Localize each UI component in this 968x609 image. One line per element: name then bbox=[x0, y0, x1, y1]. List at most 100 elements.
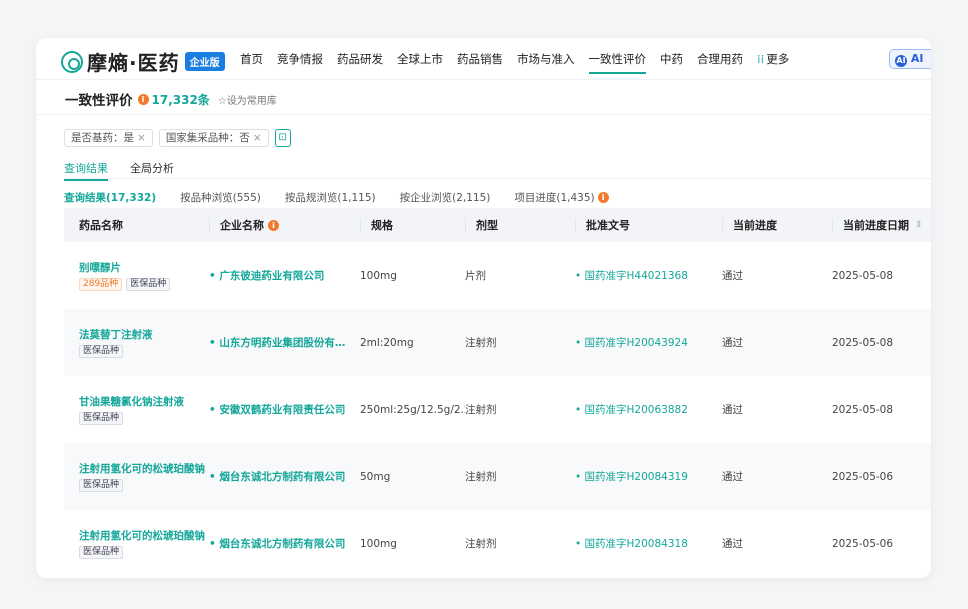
nav-item-rational-use[interactable]: 合理用药 bbox=[697, 38, 743, 80]
insurance-badge: 医保品种 bbox=[79, 412, 124, 425]
cell-spec: 100mg bbox=[360, 537, 397, 550]
clear-filters-icon[interactable]: ⊡ bbox=[274, 129, 291, 147]
cell-status: 通过 bbox=[722, 538, 743, 550]
filter-chip-essential-drug[interactable]: 是否基药：是 × bbox=[64, 129, 153, 147]
grid-icon: ⁞⁞ bbox=[757, 52, 765, 66]
company-name: 安徽双鹤药业有限责任公司 bbox=[219, 404, 346, 416]
cell-dosage-form: 注射剂 bbox=[465, 471, 497, 483]
approval-number: 国药准字H20043924 bbox=[584, 337, 688, 349]
page-title: 一致性评价 bbox=[65, 93, 133, 109]
company-link[interactable]: • 安徽双鹤药业有限责任公司 bbox=[209, 402, 355, 417]
drug-name-link[interactable]: 甘油果糖氯化钠注射液 bbox=[79, 394, 209, 409]
company-link[interactable]: • 广东彼迪药业有限公司 bbox=[209, 268, 355, 283]
subtab-by-company[interactable]: 按企业浏览(2,115) bbox=[400, 190, 491, 205]
cell-status: 通过 bbox=[722, 270, 743, 282]
filter-chip-label: 是否基药：是 bbox=[71, 132, 134, 144]
cell-date: 2025-05-06 bbox=[832, 470, 894, 483]
approval-number: 国药准字H20084318 bbox=[584, 538, 688, 550]
filter-chip-vbp[interactable]: 国家集采品种：否 × bbox=[158, 129, 269, 147]
divider bbox=[64, 178, 931, 179]
insurance-badge: 医保品种 bbox=[79, 345, 124, 358]
header-approval-number[interactable]: 批准文号 bbox=[575, 208, 722, 242]
approval-link[interactable]: • 国药准字H20063882 bbox=[575, 402, 722, 417]
company-link[interactable]: • 山东方明药业集团股份有… bbox=[209, 335, 355, 350]
cell-date: 2025-05-08 bbox=[832, 403, 894, 416]
divider bbox=[36, 114, 931, 115]
drug-name-link[interactable]: 别嘌醇片 bbox=[79, 260, 209, 275]
nav-item-market-access[interactable]: 市场与准入 bbox=[517, 38, 575, 80]
subtab-query-results[interactable]: 查询结果(17,332) bbox=[64, 190, 156, 205]
cell-dosage-form: 注射剂 bbox=[465, 538, 497, 550]
info-icon[interactable]: i bbox=[268, 219, 279, 231]
nav-item-drug-sales[interactable]: 药品销售 bbox=[457, 38, 503, 80]
info-icon[interactable]: i bbox=[137, 93, 149, 105]
nav-item-more[interactable]: ⁞⁞ 更多 bbox=[757, 38, 789, 80]
header-label: 剂型 bbox=[476, 219, 498, 232]
cell-drug: 注射用氢化可的松琥珀酸钠 医保品种 bbox=[64, 528, 209, 559]
company-name: 烟台东诚北方制药有限公司 bbox=[219, 471, 346, 483]
cell-spec: 100mg bbox=[360, 269, 397, 282]
company-link[interactable]: • 烟台东诚北方制药有限公司 bbox=[209, 536, 355, 551]
filter-chips: 是否基药：是 × 国家集采品种：否 × ⊡ bbox=[64, 129, 291, 147]
nav-item-home[interactable]: 首页 bbox=[240, 38, 263, 80]
nav-links: 首页 竞争情报 药品研发 全球上市 药品销售 市场与准入 一致性评价 中药 合理… bbox=[240, 38, 803, 80]
main-card: 摩熵·医药 企业版 首页 竞争情报 药品研发 全球上市 药品销售 市场与准入 一… bbox=[36, 38, 931, 578]
result-count: 17,332条 bbox=[151, 92, 210, 107]
subtab-by-spec[interactable]: 按品规浏览(1,115) bbox=[285, 190, 376, 205]
nav-item-consistency-eval[interactable]: 一致性评价 bbox=[588, 38, 646, 80]
table-header: 药品名称 企业名称 i 规格 剂型 批准文号 当前进度 当前进度日期 ⇕ bbox=[64, 208, 931, 242]
header-company[interactable]: 企业名称 i bbox=[209, 208, 355, 242]
approval-link[interactable]: • 国药准字H20084318 bbox=[575, 536, 722, 551]
drug-name-link[interactable]: 注射用氢化可的松琥珀酸钠 bbox=[79, 461, 209, 476]
ai-icon: AI bbox=[895, 55, 907, 67]
set-favorite-button[interactable]: ☆设为常用库 bbox=[218, 92, 277, 107]
approval-link[interactable]: • 国药准字H44021368 bbox=[575, 268, 722, 283]
header-label: 规格 bbox=[371, 219, 393, 232]
sort-icon[interactable]: ⇕ bbox=[915, 220, 923, 230]
header-dosage-form[interactable]: 剂型 bbox=[465, 208, 575, 242]
nav-item-drug-rnd[interactable]: 药品研发 bbox=[337, 38, 383, 80]
drug-name-link[interactable]: 法莫替丁注射液 bbox=[79, 327, 209, 342]
info-icon[interactable]: i bbox=[597, 192, 609, 203]
nav-item-competitive-intel[interactable]: 竞争情报 bbox=[277, 38, 323, 80]
company-name: 山东方明药业集团股份有… bbox=[219, 337, 346, 349]
approval-link[interactable]: • 国药准字H20043924 bbox=[575, 335, 722, 350]
header-current-status[interactable]: 当前进度 bbox=[722, 208, 832, 242]
approval-number: 国药准字H44021368 bbox=[584, 270, 688, 282]
cell-dosage-form: 片剂 bbox=[465, 270, 486, 282]
nav-item-tcm[interactable]: 中药 bbox=[660, 38, 683, 80]
close-icon[interactable]: × bbox=[253, 132, 262, 144]
ai-button[interactable]: AI AI bbox=[889, 49, 931, 69]
table-row: 别嘌醇片 289品种 医保品种 • 广东彼迪药业有限公司 100mg 片剂 • 国… bbox=[64, 242, 931, 309]
cell-spec: 250ml:25g/12.5g/2.25 bbox=[360, 403, 465, 416]
cell-spec: 2ml:20mg bbox=[360, 336, 414, 349]
subtab-by-variety[interactable]: 按品种浏览(555) bbox=[180, 190, 261, 205]
logo-icon bbox=[61, 50, 83, 73]
browse-subtabs: 查询结果(17,332) 按品种浏览(555) 按品规浏览(1,115) 按企业… bbox=[64, 190, 633, 205]
approval-number: 国药准字H20063882 bbox=[584, 404, 688, 416]
cell-status: 通过 bbox=[722, 337, 743, 349]
subtab-label: 项目进度(1,435) bbox=[514, 192, 595, 204]
table-row: 注射用氢化可的松琥珀酸钠 医保品种 • 烟台东诚北方制药有限公司 100mg 注… bbox=[64, 510, 931, 577]
company-link[interactable]: • 烟台东诚北方制药有限公司 bbox=[209, 469, 355, 484]
close-icon[interactable]: × bbox=[137, 132, 146, 144]
subtab-project-progress[interactable]: 项目进度(1,435) i bbox=[514, 190, 609, 205]
cell-spec: 50mg bbox=[360, 470, 391, 483]
insurance-badge: 医保品种 bbox=[126, 278, 171, 291]
cell-date: 2025-05-08 bbox=[832, 336, 894, 349]
cell-drug: 注射用氢化可的松琥珀酸钠 医保品种 bbox=[64, 461, 209, 492]
table-row: 法莫替丁注射液 医保品种 • 山东方明药业集团股份有… 2ml:20mg 注射剂… bbox=[64, 309, 931, 376]
header-status-date[interactable]: 当前进度日期 ⇕ bbox=[832, 208, 931, 242]
cell-drug: 别嘌醇片 289品种 医保品种 bbox=[64, 260, 209, 291]
drug-name-link[interactable]: 注射用氢化可的松琥珀酸钠 bbox=[79, 528, 209, 543]
approval-link[interactable]: • 国药准字H20084319 bbox=[575, 469, 722, 484]
ai-button-label: AI bbox=[910, 52, 924, 65]
header-drug-name[interactable]: 药品名称 bbox=[64, 208, 209, 242]
cell-dosage-form: 注射剂 bbox=[465, 337, 497, 349]
nav-item-global-launch[interactable]: 全球上市 bbox=[397, 38, 443, 80]
brand-logo[interactable]: 摩熵·医药 企业版 bbox=[61, 47, 225, 76]
company-name: 广东彼迪药业有限公司 bbox=[219, 270, 325, 282]
cell-status: 通过 bbox=[722, 404, 743, 416]
results-table: 药品名称 企业名称 i 规格 剂型 批准文号 当前进度 当前进度日期 ⇕ 别嘌醇片 … bbox=[64, 208, 931, 577]
header-spec[interactable]: 规格 bbox=[355, 208, 465, 242]
